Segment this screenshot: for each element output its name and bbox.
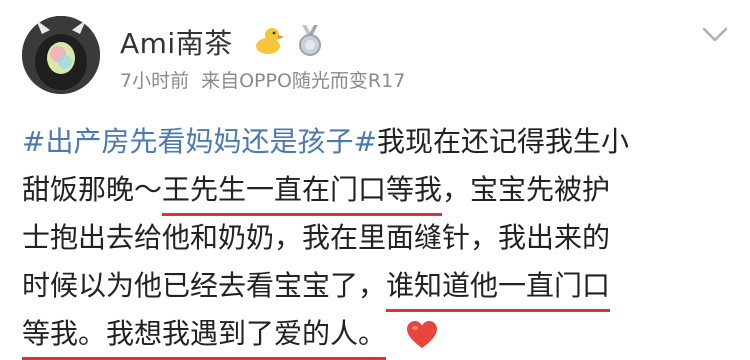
post-body: #出产房先看妈妈还是孩子#我现在还记得我生小 甜饭那晚～王先生一直在门口等我，宝… — [22, 118, 728, 360]
post-text: ，宝宝先被护 — [442, 173, 611, 206]
post-line-3: 士抱出去给他和奶奶，我在里面缝针，我出来的 — [22, 214, 728, 262]
avatar[interactable] — [22, 16, 100, 94]
medal-badge-icon[interactable] — [292, 22, 328, 58]
post-text: 甜饭那晚～ — [22, 173, 163, 206]
post-line-1: #出产房先看妈妈还是孩子#我现在还记得我生小 — [22, 118, 728, 166]
chevron-down-icon[interactable] — [702, 26, 728, 44]
post-header: Ami南茶 7小时前 来自OPPO随光而变R17 — [0, 0, 750, 112]
duck-badge-icon[interactable] — [250, 22, 286, 58]
underlined-text: 谁知道他一直门口 — [386, 262, 611, 312]
post-line-4: 时候以为他已经去看宝宝了，谁知道他一直门口 — [22, 262, 728, 312]
post-line-2: 甜饭那晚～王先生一直在门口等我，宝宝先被护 — [22, 166, 728, 216]
avatar-image — [22, 16, 100, 94]
underlined-text: 等我。我想我遇到了爱的人。 — [22, 310, 387, 360]
underlined-text: 王先生一直在门口等我 — [162, 166, 443, 216]
username[interactable]: Ami南茶 — [120, 22, 233, 62]
user-badges — [250, 22, 328, 58]
post-time: 7小时前 — [120, 70, 190, 92]
post-source: 来自OPPO随光而变R17 — [201, 70, 406, 92]
post-meta: 7小时前 来自OPPO随光而变R17 — [120, 66, 405, 93]
post-text: 时候以为他已经去看宝宝了， — [22, 269, 387, 302]
post-text: 士抱出去给他和奶奶，我在里面缝针，我出来的 — [22, 221, 611, 254]
post-line-5: 等我。我想我遇到了爱的人。 — [22, 310, 728, 360]
post-text: 我现在还记得我生小 — [376, 125, 629, 158]
hashtag-link[interactable]: #出产房先看妈妈还是孩子# — [22, 125, 377, 158]
